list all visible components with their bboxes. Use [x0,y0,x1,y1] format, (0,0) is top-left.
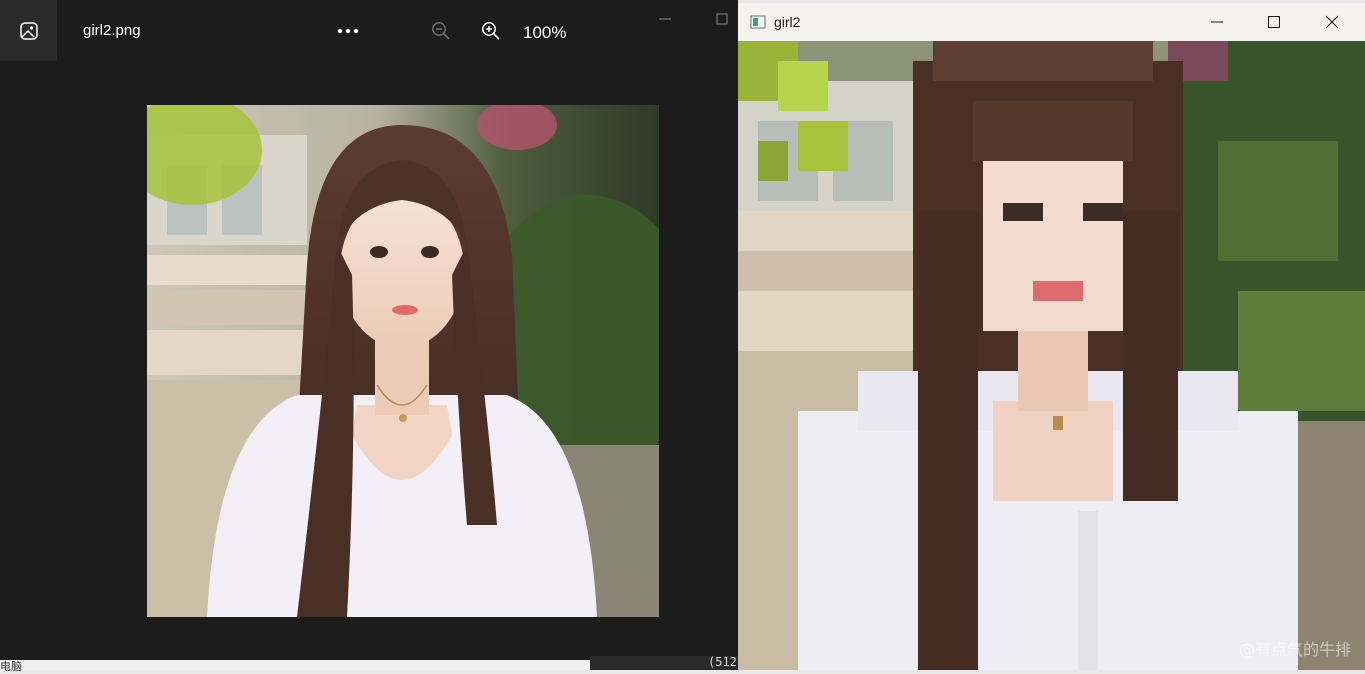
maximize-icon [1268,16,1280,28]
opencv-window: girl2 @有点气的牛排 [738,3,1365,670]
file-name: girl2.png [83,22,141,39]
cv-minimize-button[interactable] [1188,3,1246,41]
minimize-icon [1211,21,1223,23]
watermark-text: @有点气的牛排 [1238,640,1351,659]
cv-close-button[interactable] [1303,3,1361,41]
zoom-in-icon [482,22,500,40]
opencv-window-icon [750,14,766,30]
cv-maximize-button[interactable] [1245,3,1303,41]
maximize-icon [716,13,728,25]
viewer-minimize-button[interactable] [654,9,676,29]
zoom-in-button[interactable] [478,18,504,44]
zoom-level: 100% [523,23,567,42]
more-options-button[interactable] [334,17,362,45]
minimize-icon [659,18,671,20]
cv-window-title: girl2 [774,14,801,30]
photo-viewer-window: girl2.png 100% [0,0,738,660]
background-left-text: 电脑 [0,661,22,673]
original-photo [147,105,659,617]
cv-titlebar[interactable]: girl2 [738,3,1365,41]
image-viewer-icon[interactable] [0,0,57,61]
more-horizontal-icon [337,28,359,34]
zoom-out-icon [432,22,450,40]
zoom-out-button[interactable] [428,18,454,44]
pixelated-image-canvas[interactable]: @有点气的牛排 [738,41,1365,670]
viewer-maximize-button[interactable] [712,9,732,29]
viewer-toolbar: girl2.png 100% [0,0,738,62]
close-icon [1325,15,1339,29]
